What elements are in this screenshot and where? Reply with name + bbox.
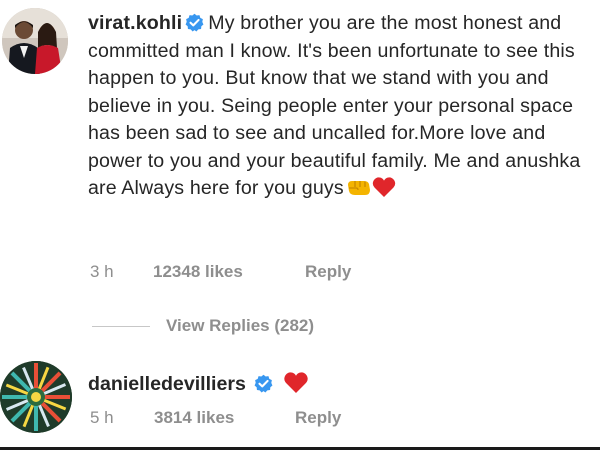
view-replies-divider xyxy=(92,326,150,327)
comment-timestamp: 5 h xyxy=(90,408,114,427)
comment-danielle-devilliers: danielledevilliers xyxy=(88,370,309,398)
comments-panel: virat.kohli My brother you are the most h… xyxy=(0,0,600,450)
colorful-mandala-avatar[interactable] xyxy=(0,361,72,433)
comment-body: virat.kohli My brother you are the most h… xyxy=(88,10,593,203)
fist-bump-icon xyxy=(346,178,372,198)
reply-button[interactable]: Reply xyxy=(295,408,341,428)
comment-likes-count[interactable]: 3814 likes xyxy=(154,408,234,428)
view-replies-toggle[interactable]: View Replies (282) xyxy=(90,316,390,338)
reply-button[interactable]: Reply xyxy=(305,262,351,282)
verified-badge-icon xyxy=(254,374,273,393)
comment-likes-count[interactable]: 12348 likes xyxy=(153,262,243,282)
comment-virat-kohli: virat.kohli My brother you are the most h… xyxy=(0,0,600,335)
red-heart-icon xyxy=(372,176,396,198)
verified-badge-icon xyxy=(185,13,204,32)
view-replies-label[interactable]: View Replies (282) xyxy=(166,316,314,336)
comment-text: My brother you are the most honest and c… xyxy=(88,12,581,199)
red-heart-icon xyxy=(283,371,309,394)
comment-username[interactable]: virat.kohli xyxy=(88,12,182,34)
comment-username[interactable]: danielledevilliers xyxy=(88,373,246,395)
couple-photo-avatar[interactable] xyxy=(2,8,68,74)
comment-timestamp: 3 h xyxy=(90,262,114,281)
